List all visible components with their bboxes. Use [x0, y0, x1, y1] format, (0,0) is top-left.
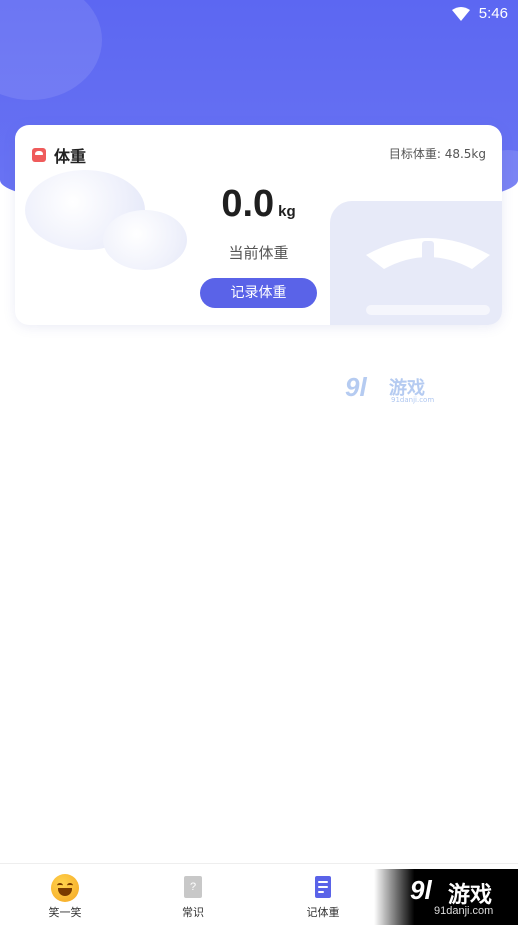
tab-record-weight[interactable]: 记体重	[258, 864, 388, 926]
tab-knowledge[interactable]: ? 常识	[128, 864, 258, 926]
watermark-corner: 9l 游戏 91danji.com	[374, 869, 518, 925]
card-title: 体重	[54, 147, 87, 166]
tab-label: 常识	[182, 906, 204, 919]
watermark-num: 9l	[345, 372, 367, 402]
weight-value: 0.0	[221, 183, 275, 225]
note-icon	[315, 876, 331, 898]
tab-label: 记体重	[306, 906, 340, 919]
tab-label: 笑一笑	[48, 906, 82, 919]
smile-icon	[51, 874, 79, 902]
wifi-icon	[452, 7, 470, 25]
status-time: 5:46	[478, 5, 508, 22]
weight-unit: kg	[278, 203, 296, 220]
watermark-logo: 9l 游戏 91danji.com	[345, 372, 441, 408]
watermark-num: 9l	[410, 875, 432, 905]
current-weight-label: 当前体重	[228, 244, 289, 262]
scale-icon	[32, 148, 46, 162]
watermark-url: 91danji.com	[391, 396, 435, 404]
status-bar: 5:46	[0, 0, 518, 28]
question-doc-icon: ?	[184, 876, 202, 898]
target-weight: 目标体重: 48.5kg	[388, 147, 486, 161]
weight-display: 0.0 kg	[15, 183, 502, 226]
record-weight-button[interactable]: 记录体重	[200, 278, 317, 308]
tab-laugh[interactable]: 笑一笑	[0, 864, 130, 926]
weight-card: 体重 目标体重: 48.5kg 0.0 kg 当前体重 记录体重	[15, 125, 502, 325]
scale-bar	[366, 305, 490, 315]
card-header: 体重	[32, 143, 86, 167]
watermark-url: 91danji.com	[434, 905, 494, 917]
